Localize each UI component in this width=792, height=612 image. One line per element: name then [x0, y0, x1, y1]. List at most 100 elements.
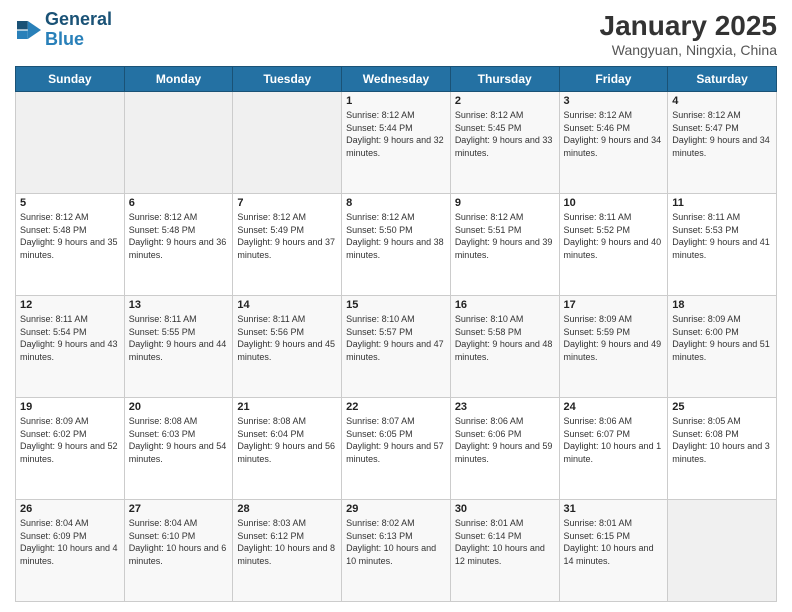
calendar-cell: [124, 92, 233, 194]
day-number: 18: [672, 299, 772, 311]
weekday-header-row: SundayMondayTuesdayWednesdayThursdayFrid…: [16, 67, 777, 92]
calendar-cell: 4 Sunrise: 8:12 AM Sunset: 5:47 PM Daylig…: [668, 92, 777, 194]
day-info: Sunrise: 8:05 AM Sunset: 6:08 PM Dayligh…: [672, 415, 772, 465]
calendar-cell: 29Sunrise: 8:02 AM Sunset: 6:13 PM Dayli…: [342, 500, 451, 602]
day-info: Sunrise: 8:03 AM Sunset: 6:12 PM Dayligh…: [237, 517, 337, 567]
day-number: 22: [346, 401, 446, 413]
day-number: 2: [455, 95, 555, 107]
calendar-cell: [16, 92, 125, 194]
calendar-cell: 19Sunrise: 8:09 AM Sunset: 6:02 PM Dayli…: [16, 398, 125, 500]
calendar-title: January 2025: [600, 10, 777, 42]
day-number: 7: [237, 197, 337, 209]
day-info: Sunrise: 8:12 AM Sunset: 5:48 PM Dayligh…: [129, 211, 229, 261]
day-number: 17: [564, 299, 664, 311]
day-number: 9: [455, 197, 555, 209]
calendar-cell: 9Sunrise: 8:12 AM Sunset: 5:51 PM Daylig…: [450, 194, 559, 296]
day-number: 20: [129, 401, 229, 413]
day-info: Sunrise: 8:08 AM Sunset: 6:03 PM Dayligh…: [129, 415, 229, 465]
calendar-cell: 5Sunrise: 8:12 AM Sunset: 5:48 PM Daylig…: [16, 194, 125, 296]
calendar-cell: 20 Sunrise: 8:08 AM Sunset: 6:03 PM Dayli…: [124, 398, 233, 500]
calendar-cell: 25 Sunrise: 8:05 AM Sunset: 6:08 PM Dayli…: [668, 398, 777, 500]
day-info: Sunrise: 8:12 AM Sunset: 5:45 PM Dayligh…: [455, 109, 555, 159]
day-number: 13: [129, 299, 229, 311]
day-info: Sunrise: 8:12 AM Sunset: 5:49 PM Dayligh…: [237, 211, 337, 261]
day-number: 23: [455, 401, 555, 413]
header: General Blue January 2025 Wangyuan, Ning…: [15, 10, 777, 58]
day-info: Sunrise: 8:11 AM Sunset: 5:52 PM Dayligh…: [564, 211, 664, 261]
day-info: Sunrise: 8:01 AM Sunset: 6:15 PM Dayligh…: [564, 517, 664, 567]
calendar-cell: 27 Sunrise: 8:04 AM Sunset: 6:10 PM Dayli…: [124, 500, 233, 602]
day-info: Sunrise: 8:10 AM Sunset: 5:57 PM Dayligh…: [346, 313, 446, 363]
weekday-header-saturday: Saturday: [668, 67, 777, 92]
calendar-cell: 16 Sunrise: 8:10 AM Sunset: 5:58 PM Dayli…: [450, 296, 559, 398]
day-number: 14: [237, 299, 337, 311]
calendar-cell: 21Sunrise: 8:08 AM Sunset: 6:04 PM Dayli…: [233, 398, 342, 500]
day-info: Sunrise: 8:12 AM Sunset: 5:50 PM Dayligh…: [346, 211, 446, 261]
day-number: 25: [672, 401, 772, 413]
day-info: Sunrise: 8:10 AM Sunset: 5:58 PM Dayligh…: [455, 313, 555, 363]
calendar-cell: 8 Sunrise: 8:12 AM Sunset: 5:50 PM Daylig…: [342, 194, 451, 296]
calendar-cell: 1Sunrise: 8:12 AM Sunset: 5:44 PM Daylig…: [342, 92, 451, 194]
calendar-week-row: 19Sunrise: 8:09 AM Sunset: 6:02 PM Dayli…: [16, 398, 777, 500]
calendar-cell: 6Sunrise: 8:12 AM Sunset: 5:48 PM Daylig…: [124, 194, 233, 296]
calendar-cell: 3 Sunrise: 8:12 AM Sunset: 5:46 PM Daylig…: [559, 92, 668, 194]
calendar-cell: 23 Sunrise: 8:06 AM Sunset: 6:06 PM Dayli…: [450, 398, 559, 500]
day-number: 28: [237, 503, 337, 515]
calendar-cell: 7 Sunrise: 8:12 AM Sunset: 5:49 PM Daylig…: [233, 194, 342, 296]
calendar-week-row: 1Sunrise: 8:12 AM Sunset: 5:44 PM Daylig…: [16, 92, 777, 194]
calendar-cell: 26Sunrise: 8:04 AM Sunset: 6:09 PM Dayli…: [16, 500, 125, 602]
calendar-cell: 30 Sunrise: 8:01 AM Sunset: 6:14 PM Dayli…: [450, 500, 559, 602]
weekday-header-tuesday: Tuesday: [233, 67, 342, 92]
calendar-cell: [668, 500, 777, 602]
day-info: Sunrise: 8:06 AM Sunset: 6:07 PM Dayligh…: [564, 415, 664, 465]
day-number: 3: [564, 95, 664, 107]
day-info: Sunrise: 8:09 AM Sunset: 6:00 PM Dayligh…: [672, 313, 772, 363]
day-info: Sunrise: 8:04 AM Sunset: 6:10 PM Dayligh…: [129, 517, 229, 567]
day-number: 30: [455, 503, 555, 515]
day-info: Sunrise: 8:11 AM Sunset: 5:53 PM Dayligh…: [672, 211, 772, 261]
calendar-week-row: 12 Sunrise: 8:11 AM Sunset: 5:54 PM Dayli…: [16, 296, 777, 398]
calendar-cell: 24 Sunrise: 8:06 AM Sunset: 6:07 PM Dayli…: [559, 398, 668, 500]
weekday-header-friday: Friday: [559, 67, 668, 92]
day-info: Sunrise: 8:11 AM Sunset: 5:54 PM Dayligh…: [20, 313, 120, 363]
day-info: Sunrise: 8:01 AM Sunset: 6:14 PM Dayligh…: [455, 517, 555, 567]
logo-text-line1: General: [45, 10, 112, 30]
logo: General Blue: [15, 10, 112, 50]
day-info: Sunrise: 8:12 AM Sunset: 5:47 PM Dayligh…: [672, 109, 772, 159]
day-number: 24: [564, 401, 664, 413]
calendar-table: SundayMondayTuesdayWednesdayThursdayFrid…: [15, 66, 777, 602]
weekday-header-sunday: Sunday: [16, 67, 125, 92]
calendar-cell: 10 Sunrise: 8:11 AM Sunset: 5:52 PM Dayli…: [559, 194, 668, 296]
calendar-cell: 2 Sunrise: 8:12 AM Sunset: 5:45 PM Daylig…: [450, 92, 559, 194]
day-number: 4: [672, 95, 772, 107]
weekday-header-thursday: Thursday: [450, 67, 559, 92]
calendar-cell: 28 Sunrise: 8:03 AM Sunset: 6:12 PM Dayli…: [233, 500, 342, 602]
day-number: 10: [564, 197, 664, 209]
day-info: Sunrise: 8:04 AM Sunset: 6:09 PM Dayligh…: [20, 517, 120, 567]
logo-text-line2: Blue: [45, 30, 112, 50]
weekday-header-monday: Monday: [124, 67, 233, 92]
calendar-cell: 14Sunrise: 8:11 AM Sunset: 5:56 PM Dayli…: [233, 296, 342, 398]
day-number: 19: [20, 401, 120, 413]
calendar-cell: 13Sunrise: 8:11 AM Sunset: 5:55 PM Dayli…: [124, 296, 233, 398]
day-number: 8: [346, 197, 446, 209]
day-number: 31: [564, 503, 664, 515]
day-info: Sunrise: 8:12 AM Sunset: 5:44 PM Dayligh…: [346, 109, 446, 159]
calendar-week-row: 26Sunrise: 8:04 AM Sunset: 6:09 PM Dayli…: [16, 500, 777, 602]
day-number: 5: [20, 197, 120, 209]
page: General Blue January 2025 Wangyuan, Ning…: [0, 0, 792, 612]
logo-icon: [17, 18, 41, 42]
calendar-cell: [233, 92, 342, 194]
day-number: 12: [20, 299, 120, 311]
calendar-cell: 17 Sunrise: 8:09 AM Sunset: 5:59 PM Dayli…: [559, 296, 668, 398]
calendar-cell: 18 Sunrise: 8:09 AM Sunset: 6:00 PM Dayli…: [668, 296, 777, 398]
day-info: Sunrise: 8:08 AM Sunset: 6:04 PM Dayligh…: [237, 415, 337, 465]
day-info: Sunrise: 8:09 AM Sunset: 5:59 PM Dayligh…: [564, 313, 664, 363]
day-number: 16: [455, 299, 555, 311]
day-number: 27: [129, 503, 229, 515]
calendar-cell: 12 Sunrise: 8:11 AM Sunset: 5:54 PM Dayli…: [16, 296, 125, 398]
day-info: Sunrise: 8:12 AM Sunset: 5:46 PM Dayligh…: [564, 109, 664, 159]
day-info: Sunrise: 8:07 AM Sunset: 6:05 PM Dayligh…: [346, 415, 446, 465]
day-info: Sunrise: 8:06 AM Sunset: 6:06 PM Dayligh…: [455, 415, 555, 465]
day-number: 15: [346, 299, 446, 311]
